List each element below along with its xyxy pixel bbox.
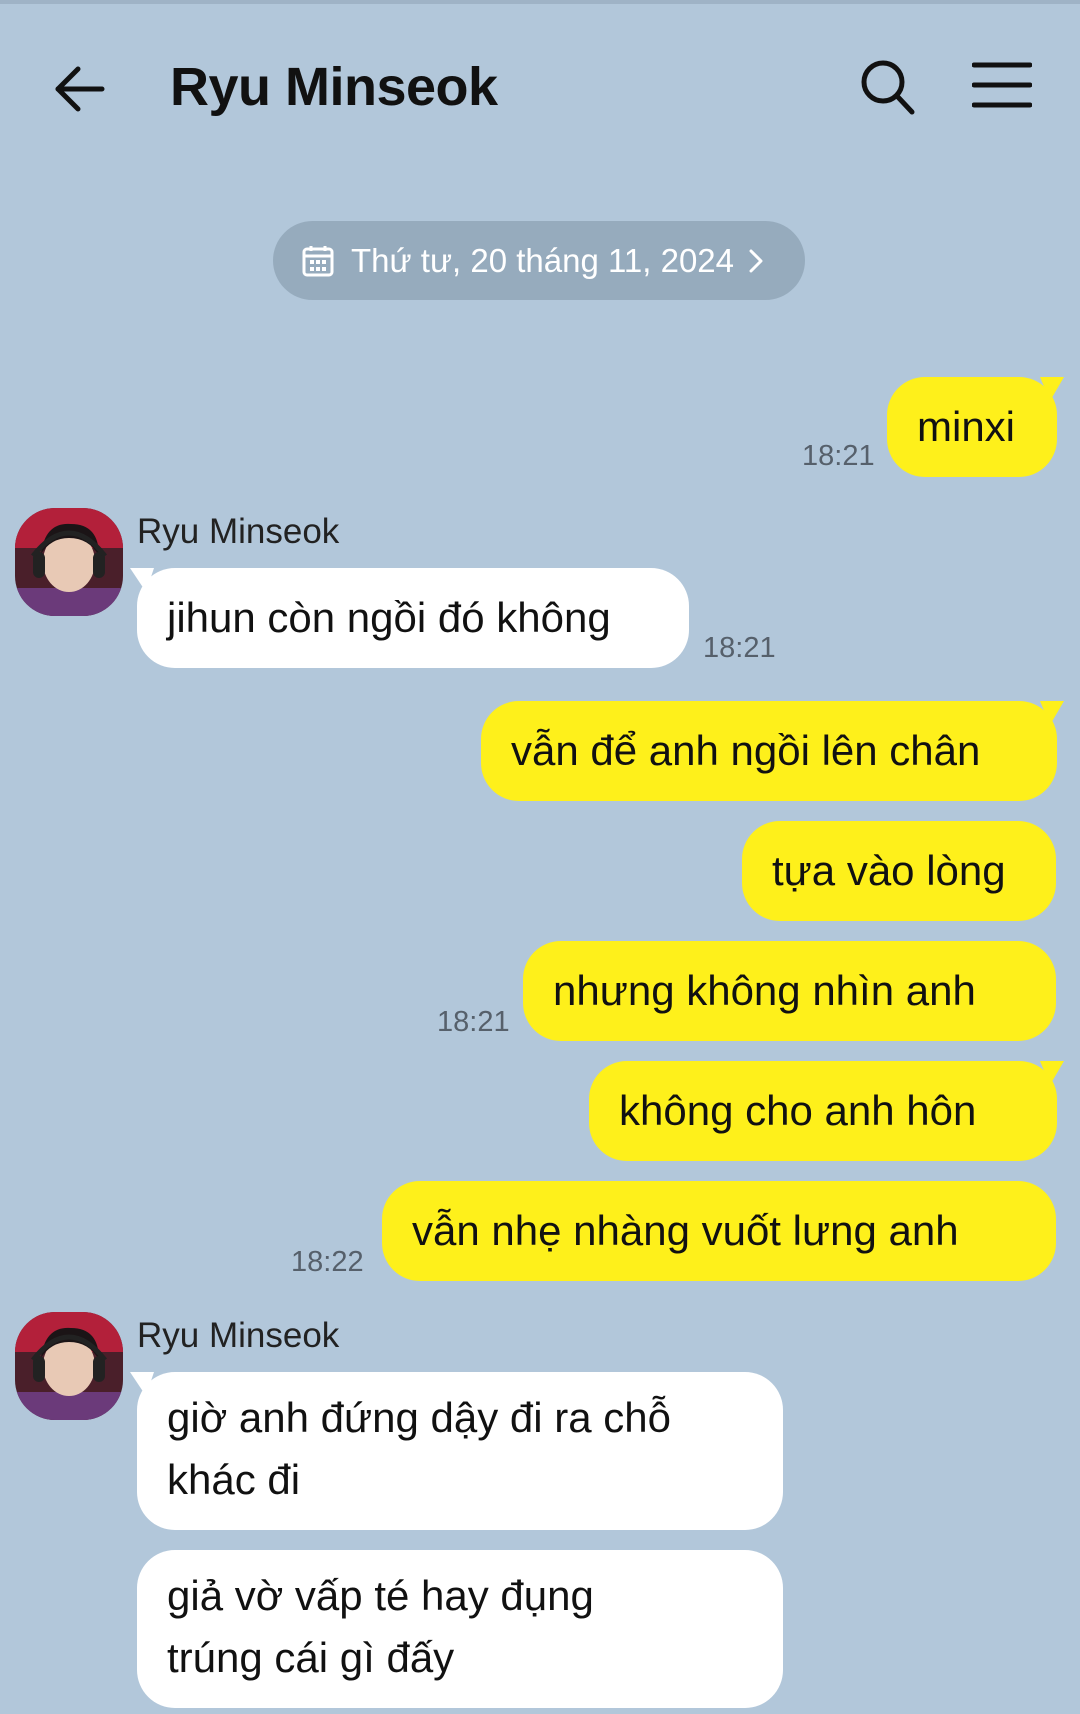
message-text: vẫn để anh ngồi lên chân	[511, 727, 981, 774]
message-time: 18:21	[437, 1006, 510, 1038]
avatar[interactable]	[15, 508, 123, 616]
message-text: minxi	[917, 403, 1016, 450]
message-text-line: giả vờ vấp té hay đụng	[167, 1572, 594, 1619]
their-message-bubble[interactable]: giờ anh đứng dậy đi ra chỗ khác đi	[137, 1372, 783, 1530]
menu-button[interactable]	[971, 60, 1033, 110]
avatar-photo	[15, 508, 123, 616]
avatar[interactable]	[15, 1312, 123, 1420]
arrow-left-icon	[55, 66, 105, 112]
their-message-bubble[interactable]: giả vờ vấp té hay đụng trúng cái gì đấy	[137, 1550, 783, 1708]
chat-header: Ryu Minseok	[0, 4, 1080, 164]
message-text-line: giờ anh đứng dậy đi ra chỗ	[167, 1394, 671, 1441]
back-button[interactable]	[50, 54, 120, 124]
message-text: jihun còn ngồi đó không	[167, 594, 611, 641]
message-text-line: khác đi	[167, 1456, 301, 1503]
bubble-tail	[1040, 377, 1064, 401]
sender-name: Ryu Minseok	[137, 512, 340, 551]
calendar-icon	[302, 245, 334, 276]
message-time: 18:21	[802, 440, 875, 472]
message-text: nhưng không nhìn anh	[553, 967, 976, 1014]
message-text: tựa vào lòng	[772, 847, 1006, 894]
hamburger-menu-icon	[971, 62, 1033, 108]
avatar-photo	[15, 1312, 123, 1420]
bubble-tail	[130, 568, 154, 592]
my-message-bubble[interactable]: nhưng không nhìn anh	[523, 941, 1056, 1041]
sender-name: Ryu Minseok	[137, 1316, 340, 1355]
message-text: vẫn nhẹ nhàng vuốt lưng anh	[412, 1207, 959, 1254]
date-divider[interactable]: Thứ tư, 20 tháng 11, 2024	[273, 221, 805, 300]
my-message-bubble[interactable]: minxi	[887, 377, 1057, 477]
my-message-bubble[interactable]: không cho anh hôn	[589, 1061, 1057, 1161]
bubble-tail	[130, 1372, 154, 1396]
search-icon	[861, 60, 915, 115]
date-text: Thứ tư, 20 tháng 11, 2024	[351, 241, 734, 279]
search-button[interactable]	[858, 56, 918, 120]
my-message-bubble[interactable]: vẫn nhẹ nhàng vuốt lưng anh	[382, 1181, 1056, 1281]
chevron-right-icon	[749, 249, 763, 272]
bubble-tail	[1040, 1061, 1064, 1085]
their-message-bubble[interactable]: jihun còn ngồi đó không	[137, 568, 689, 668]
message-time: 18:21	[703, 632, 776, 664]
bubble-tail	[1040, 701, 1064, 725]
message-text-line: trúng cái gì đấy	[167, 1634, 455, 1681]
my-message-bubble[interactable]: tựa vào lòng	[742, 821, 1056, 921]
my-message-bubble[interactable]: vẫn để anh ngồi lên chân	[481, 701, 1057, 801]
message-time: 18:22	[291, 1246, 364, 1278]
chat-title: Ryu Minseok	[170, 57, 498, 117]
message-text: không cho anh hôn	[619, 1087, 977, 1134]
